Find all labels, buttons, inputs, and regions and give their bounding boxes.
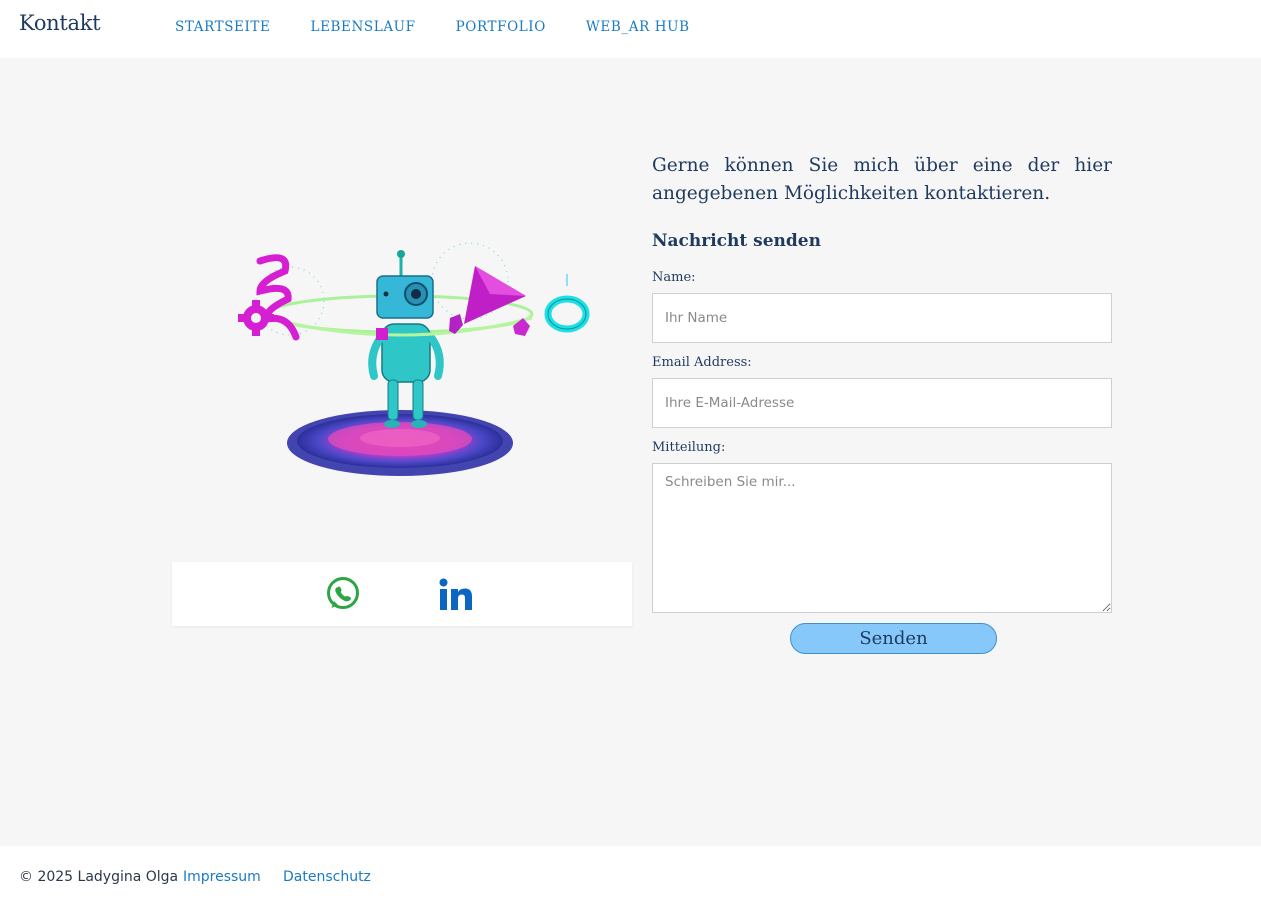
message-textarea[interactable] [652, 463, 1112, 613]
send-button[interactable]: Senden [790, 623, 997, 654]
social-links-box [172, 562, 632, 626]
email-input[interactable] [652, 378, 1112, 428]
nav-link-web-ar-hub[interactable]: WEB_AR HUB [586, 18, 690, 36]
message-label: Mitteilung: [652, 440, 726, 455]
form-title: Nachricht senden [652, 231, 821, 251]
footer-link-datenschutz[interactable]: Datenschutz [283, 869, 371, 885]
robot-ar-illustration [238, 242, 590, 476]
linkedin-icon[interactable] [439, 578, 472, 611]
contact-intro-text: Gerne können Sie mich über eine der hier… [652, 155, 1112, 204]
nav-link-lebenslauf[interactable]: LEBENSLAUF [311, 18, 416, 36]
footer-link-impressum[interactable]: Impressum [183, 869, 261, 885]
contact-section: Gerne können Sie mich über eine der hier… [0, 58, 1261, 846]
copyright-text: © 2025 Ladygina Olga [19, 869, 179, 885]
email-label: Email Address: [652, 355, 752, 370]
nav-link-startseite[interactable]: STARTSEITE [175, 18, 271, 36]
name-label: Name: [652, 270, 696, 285]
footer: © 2025 Ladygina Olga Impressum Datenschu… [0, 846, 1261, 907]
main-nav: STARTSEITE LEBENSLAUF PORTFOLIO WEB_AR H… [175, 18, 730, 36]
whatsapp-icon[interactable] [325, 576, 361, 612]
page-brand-title[interactable]: Kontakt [19, 11, 101, 35]
name-input[interactable] [652, 293, 1112, 343]
nav-link-portfolio[interactable]: PORTFOLIO [456, 18, 546, 36]
top-navbar: Kontakt STARTSEITE LEBENSLAUF PORTFOLIO … [0, 0, 1261, 58]
